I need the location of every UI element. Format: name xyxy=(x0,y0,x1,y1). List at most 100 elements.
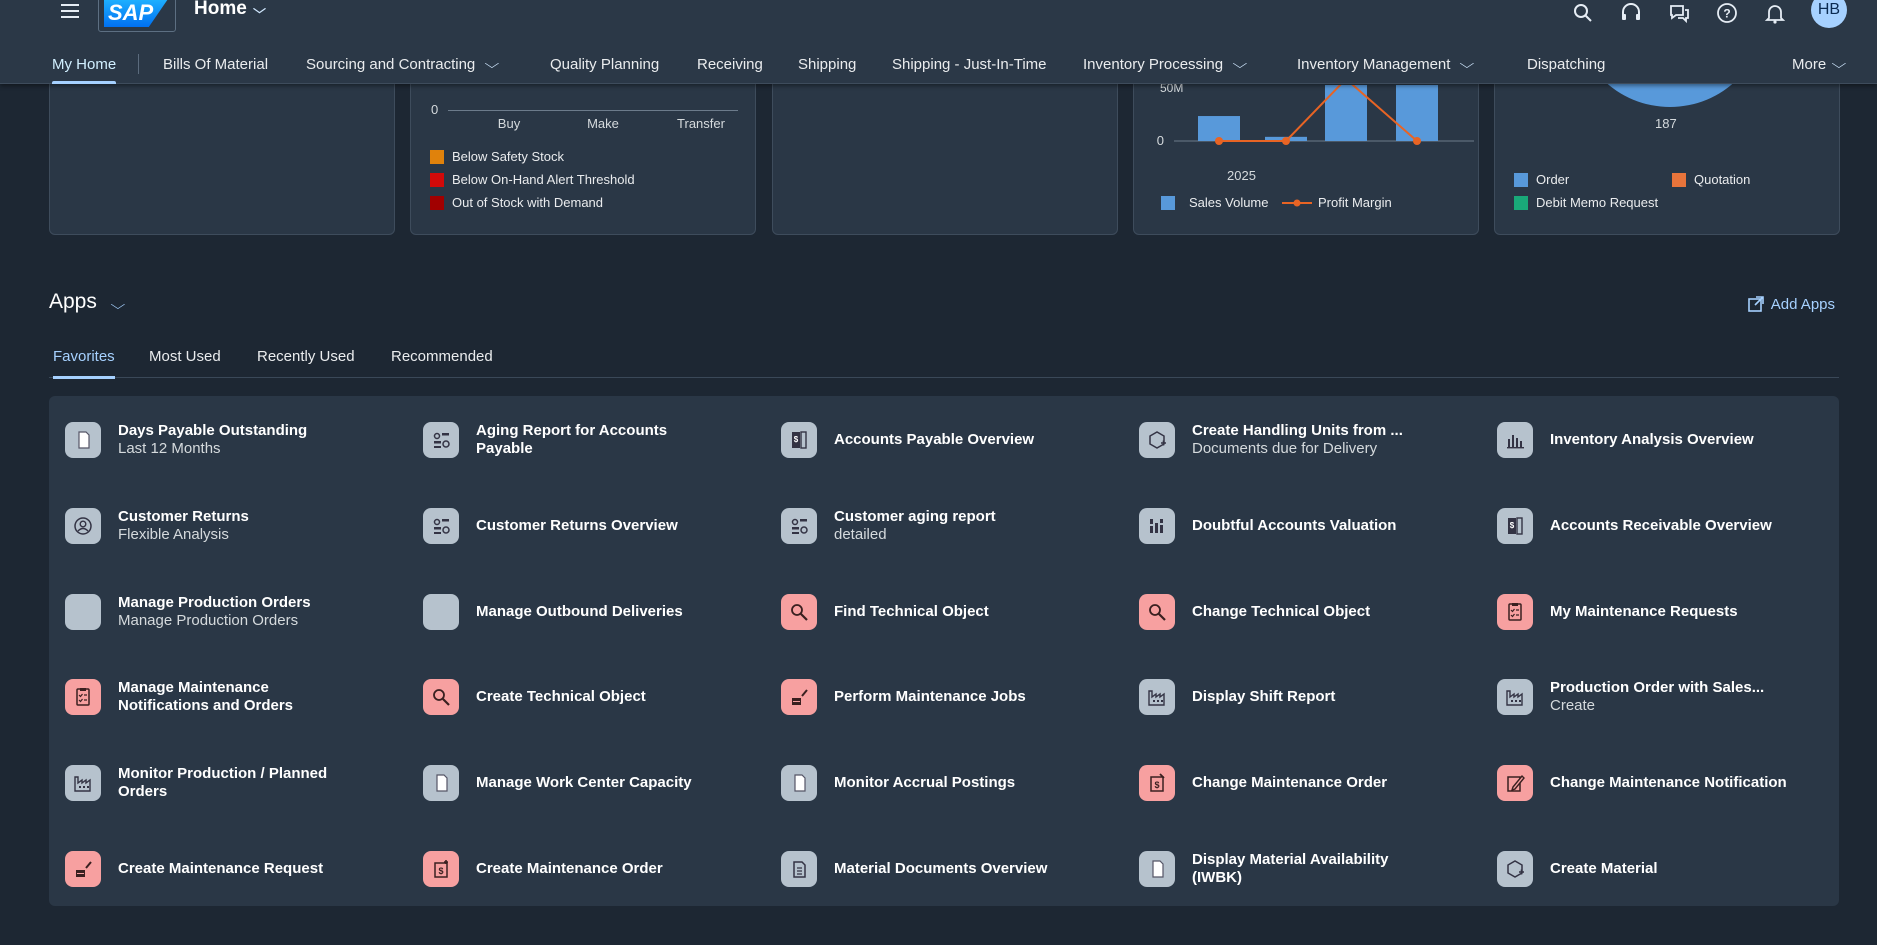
app-tile[interactable]: Customer Returns Overview xyxy=(407,496,747,556)
profit-margin-point[interactable] xyxy=(1413,137,1421,145)
hamburger-menu-button[interactable] xyxy=(58,0,82,22)
factory-icon xyxy=(1139,679,1175,715)
app-title: Change Technical Object xyxy=(1192,603,1371,620)
app-tile[interactable]: Manage Production Orders Manage Productio… xyxy=(49,582,389,642)
app-tile[interactable]: Days Payable Outstanding Last 12 Months xyxy=(49,410,389,470)
app-title: Aging Report for Accounts Payable xyxy=(476,422,668,457)
nav-bills-of-material[interactable]: Bills Of Material xyxy=(163,44,268,84)
app-tile[interactable]: Change Maintenance Notification xyxy=(1481,753,1821,813)
document-icon xyxy=(781,765,817,801)
app-tile[interactable]: Aging Report for Accounts Payable xyxy=(407,410,747,470)
insight-card-empty-1[interactable] xyxy=(49,60,395,235)
legend-label: Profit Margin xyxy=(1318,195,1392,210)
app-tile[interactable]: Perform Maintenance Jobs xyxy=(765,667,1105,727)
app-tile[interactable]: Display Shift Report xyxy=(1123,667,1463,727)
app-title: Inventory Analysis Overview xyxy=(1550,431,1754,448)
nav-receiving[interactable]: Receiving xyxy=(697,44,763,84)
insight-card-empty-2[interactable] xyxy=(772,60,1118,235)
app-tile[interactable]: Create Material xyxy=(1481,839,1821,899)
app-text: Manage Outbound Deliveries xyxy=(476,603,683,621)
app-tile[interactable]: Customer Returns Flexible Analysis xyxy=(49,496,389,556)
nav-my-home[interactable]: My Home xyxy=(52,44,117,84)
app-tile[interactable]: $ Accounts Receivable Overview xyxy=(1481,496,1821,556)
app-text: Customer Returns Overview xyxy=(476,517,678,535)
tab-recently-used[interactable]: Recently Used xyxy=(257,335,355,378)
nav-inventory-management[interactable]: Inventory Management ⌵ xyxy=(1297,44,1475,84)
legend-swatch xyxy=(1514,172,1528,187)
tab-favorites[interactable]: Favorites xyxy=(53,335,115,379)
app-tile[interactable]: Customer aging report detailed xyxy=(765,496,1105,556)
nav-more[interactable]: More ⌵ xyxy=(1792,44,1847,84)
app-tile[interactable]: Doubtful Accounts Valuation xyxy=(1123,496,1463,556)
app-tile[interactable]: Manage Maintenance Notifications and Ord… xyxy=(49,667,389,727)
app-tile[interactable]: Monitor Accrual Postings xyxy=(765,753,1105,813)
legend-label: Debit Memo Request xyxy=(1536,195,1659,210)
package-add-icon xyxy=(1139,422,1175,458)
app-title: Accounts Payable Overview xyxy=(834,431,1035,448)
app-tile[interactable]: Change Technical Object xyxy=(1123,582,1463,642)
sales-bar[interactable] xyxy=(1396,85,1438,141)
tab-most-used[interactable]: Most Used xyxy=(149,335,221,378)
user-avatar[interactable]: HB xyxy=(1811,0,1847,28)
bell-icon[interactable] xyxy=(1763,1,1787,25)
app-tile[interactable]: Create Maintenance Request xyxy=(49,839,389,899)
tab-label: Recommended xyxy=(391,348,493,365)
insight-card-stock[interactable]: 0 Buy Make Transfer Below Safety Stock B… xyxy=(410,60,756,235)
nav-quality-planning[interactable]: Quality Planning xyxy=(550,44,659,84)
chevron-down-icon: ⌵ xyxy=(252,1,266,16)
headset-icon[interactable] xyxy=(1619,1,1643,25)
app-title: Manage Work Center Capacity xyxy=(476,774,692,791)
x-tick-label: Transfer xyxy=(677,116,725,131)
document-icon xyxy=(423,765,459,801)
add-apps-button[interactable]: Add Apps xyxy=(1747,295,1835,313)
app-tile[interactable]: Create Handling Units from ... Documents … xyxy=(1123,410,1463,470)
app-tile[interactable]: $ Change Maintenance Order xyxy=(1123,753,1463,813)
app-tile[interactable]: Display Material Availability (IWBK) xyxy=(1123,839,1463,899)
tab-recommended[interactable]: Recommended xyxy=(391,335,493,378)
x-tick-label: 2025 xyxy=(1227,168,1256,183)
app-title: Customer Returns Overview xyxy=(476,517,678,534)
help-icon[interactable]: ? xyxy=(1715,1,1739,25)
nav-dispatching[interactable]: Dispatching xyxy=(1527,44,1605,84)
nav-sourcing-and-contracting[interactable]: Sourcing and Contracting ⌵ xyxy=(306,44,500,84)
insight-card-sales[interactable]: 50M 0 2025 Sales Volume Profit Margin xyxy=(1133,60,1479,235)
legend-item: Below Safety Stock xyxy=(430,149,564,164)
app-title: Accounts Receivable Overview xyxy=(1550,517,1772,534)
nav-label: More xyxy=(1792,55,1827,73)
apps-section-header[interactable]: Apps ⌵ xyxy=(49,290,125,314)
app-text: Manage Work Center Capacity xyxy=(476,774,692,792)
svg-text:$: $ xyxy=(1154,780,1159,790)
app-text: Display Shift Report xyxy=(1192,688,1335,706)
app-tile[interactable]: Manage Outbound Deliveries xyxy=(407,582,747,642)
app-tile[interactable]: Monitor Production / Planned Orders xyxy=(49,753,389,813)
app-tile[interactable]: Find Technical Object xyxy=(765,582,1105,642)
app-tile[interactable]: My Maintenance Requests xyxy=(1481,582,1821,642)
page-title-menu[interactable]: Home ⌵ xyxy=(194,0,266,20)
app-tile[interactable]: Material Documents Overview xyxy=(765,839,1105,899)
tab-label: Recently Used xyxy=(257,348,355,365)
profit-margin-point[interactable] xyxy=(1282,137,1290,145)
app-text: Find Technical Object xyxy=(834,603,989,621)
app-tile[interactable]: $ Accounts Payable Overview xyxy=(765,410,1105,470)
app-tile[interactable]: Production Order with Sales... Create xyxy=(1481,667,1821,727)
svg-text:$: $ xyxy=(794,435,799,444)
legend-item: Debit Memo Request xyxy=(1514,195,1658,210)
profit-margin-point[interactable] xyxy=(1215,137,1223,145)
app-tile[interactable]: Create Technical Object xyxy=(407,667,747,727)
app-tile[interactable]: Manage Work Center Capacity xyxy=(407,753,747,813)
chat-icon[interactable] xyxy=(1667,1,1691,25)
sap-logo[interactable]: SAP xyxy=(98,0,176,32)
page-title: Home xyxy=(194,0,247,19)
search-icon[interactable] xyxy=(1571,1,1595,25)
nav-shipping-just-in-time[interactable]: Shipping - Just-In-Time xyxy=(892,44,1047,84)
insight-card-pie[interactable]: 187 Order Quotation Debit Memo Request xyxy=(1494,60,1840,235)
documents-icon xyxy=(781,851,817,887)
x-axis-line xyxy=(448,110,738,111)
nav-label: Sourcing and Contracting xyxy=(306,55,476,73)
nav-inventory-processing[interactable]: Inventory Processing ⌵ xyxy=(1083,44,1247,84)
app-tile[interactable]: Inventory Analysis Overview xyxy=(1481,410,1821,470)
app-tile[interactable]: $ Create Maintenance Order xyxy=(407,839,747,899)
nav-shipping[interactable]: Shipping xyxy=(798,44,856,84)
app-text: Accounts Receivable Overview xyxy=(1550,517,1772,535)
app-title: Create Material xyxy=(1550,860,1658,877)
